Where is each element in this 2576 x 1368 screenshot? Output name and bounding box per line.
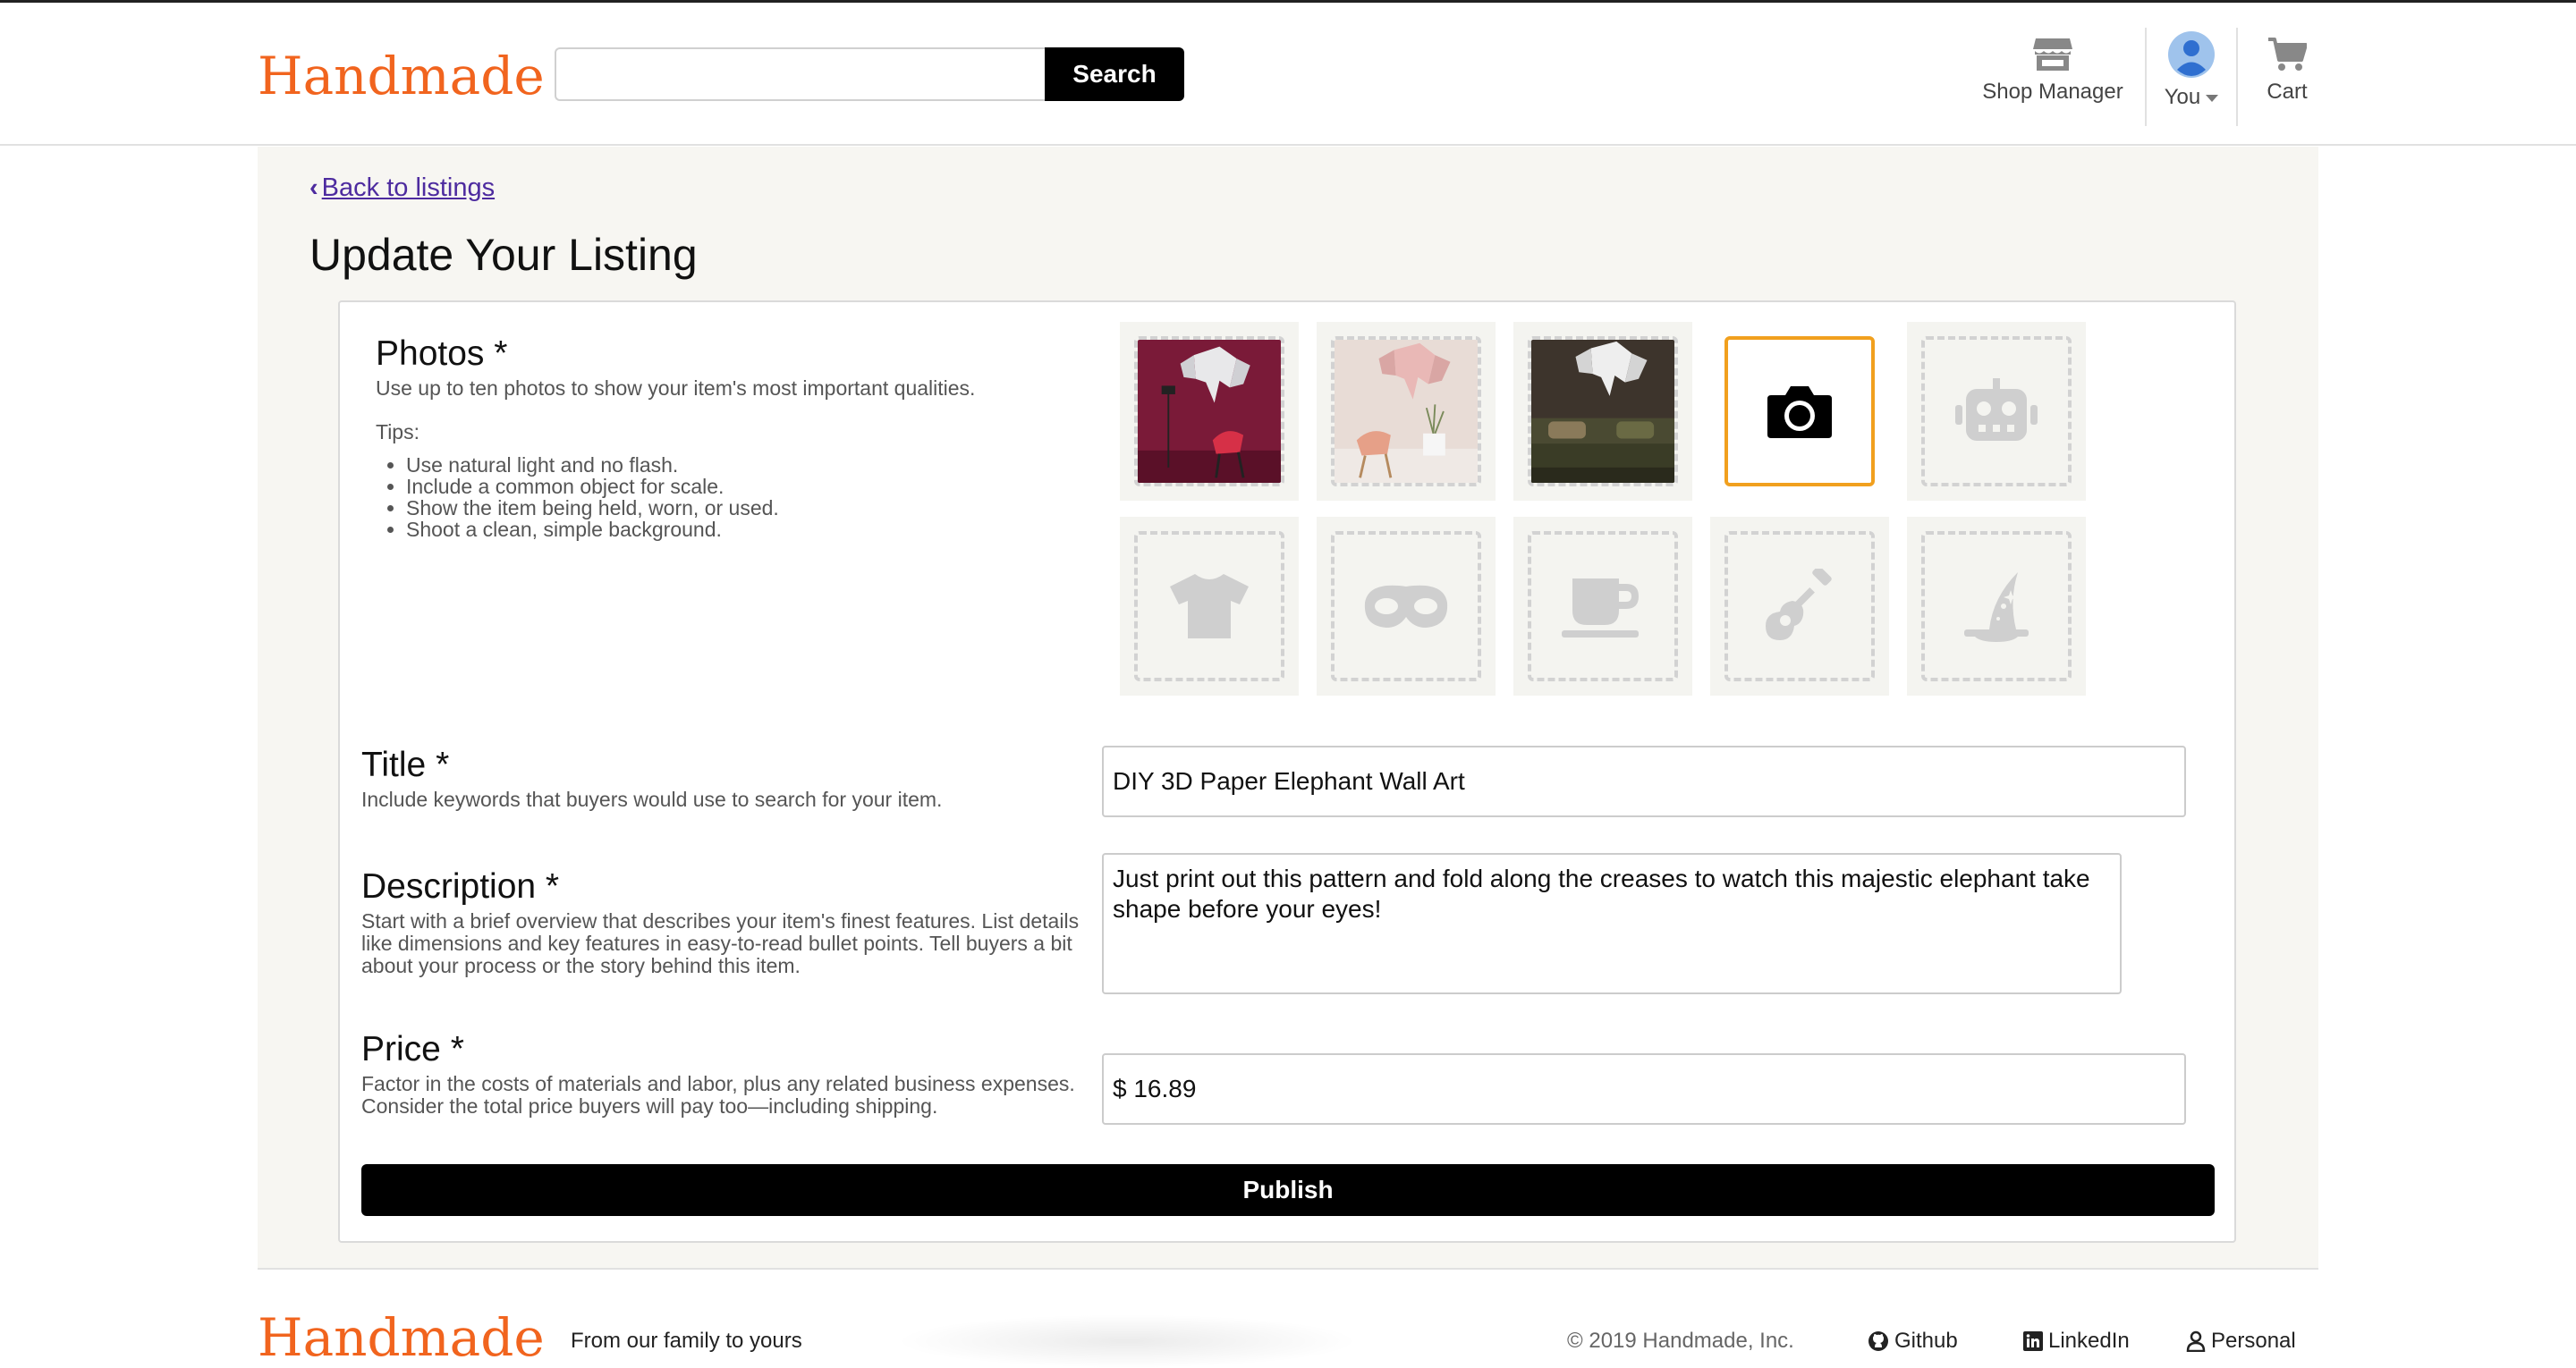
site-header: Handmade Search Shop Manager You Cart (0, 3, 2576, 146)
shop-icon (2033, 38, 2072, 71)
title-input[interactable]: DIY 3D Paper Elephant Wall Art (1102, 746, 2186, 817)
person-icon (2186, 1330, 2206, 1352)
footer-shadow (894, 1314, 1360, 1368)
nav-cart-label: Cart (2267, 80, 2308, 104)
photo-slot-6[interactable] (1120, 517, 1299, 696)
list-item: Include a common object for scale. (406, 476, 779, 497)
photo-slot-3[interactable] (1513, 322, 1692, 501)
camera-icon (1767, 386, 1832, 438)
chevron-down-icon (2206, 94, 2219, 102)
page-title: Update Your Listing (309, 230, 698, 280)
footer-divider (258, 1268, 2318, 1270)
title-label: Title * (361, 746, 450, 784)
list-item: Show the item being held, worn, or used. (406, 497, 779, 519)
photo-slot-10[interactable] (1907, 517, 2086, 696)
main-panel: ‹ Back to listings Update Your Listing Ph… (258, 147, 2318, 1268)
footer-personal-link[interactable]: Personal (2186, 1329, 2296, 1354)
description-textarea[interactable]: Just print out this pattern and fold alo… (1102, 853, 2122, 994)
back-to-listings-link[interactable]: ‹ Back to listings (309, 173, 495, 203)
photos-tips-list: Use natural light and no flash. Include … (376, 454, 779, 540)
photo-slot-9[interactable] (1710, 517, 1889, 696)
footer-github-link[interactable]: Github (1868, 1329, 1958, 1354)
avatar-icon (2168, 31, 2215, 78)
photo-upload-slot[interactable] (1710, 322, 1889, 501)
footer-tagline: From our family to yours (571, 1329, 802, 1353)
cart-icon (2268, 38, 2307, 71)
list-item: Shoot a clean, simple background. (406, 519, 779, 540)
photos-tips-label: Tips: (376, 420, 419, 443)
nav-cart[interactable]: Cart (2238, 28, 2336, 126)
mug-icon (1562, 578, 1639, 638)
elephant-photo-burgundy (1138, 340, 1281, 483)
nav-you-label: You (2164, 85, 2201, 109)
title-description: Include keywords that buyers would use t… (361, 788, 943, 811)
elephant-photo-dark (1531, 340, 1674, 483)
linkedin-icon (2023, 1331, 2043, 1351)
photo-slot-5[interactable] (1907, 322, 2086, 501)
publish-button[interactable]: Publish (361, 1164, 2215, 1216)
robot-icon (1955, 378, 2038, 441)
mask-icon (1364, 585, 1448, 628)
nav-shop-manager-label: Shop Manager (1982, 80, 2123, 104)
description-label: Description * (361, 867, 560, 906)
photo-slot-1[interactable] (1120, 322, 1299, 501)
guitar-icon (1766, 569, 1832, 640)
site-logo[interactable]: Handmade (258, 46, 545, 106)
listing-form: Photos * Use up to ten photos to show yo… (338, 300, 2236, 1243)
chevron-left-icon: ‹ (309, 173, 318, 202)
nav-you-menu[interactable]: You (2145, 28, 2238, 126)
photo-slot-2[interactable] (1317, 322, 1496, 501)
list-item: Use natural light and no flash. (406, 454, 779, 476)
elephant-photo-pink (1335, 340, 1478, 483)
search-button[interactable]: Search (1045, 47, 1184, 101)
tshirt-icon (1170, 574, 1249, 638)
photo-slot-7[interactable] (1317, 517, 1496, 696)
footer-linkedin-link[interactable]: LinkedIn (2023, 1329, 2130, 1354)
footer-logo[interactable]: Handmade (258, 1307, 545, 1368)
price-label: Price * (361, 1030, 464, 1068)
price-input[interactable]: $ 16.89 (1102, 1053, 2186, 1125)
wizard-hat-icon (1964, 572, 2029, 642)
photo-slot-8[interactable] (1513, 517, 1692, 696)
github-icon (1868, 1331, 1888, 1351)
footer-copyright: © 2019 Handmade, Inc. (1567, 1329, 1794, 1353)
photos-description: Use up to ten photos to show your item's… (376, 376, 976, 400)
photos-title: Photos * (376, 334, 508, 373)
price-description: Factor in the costs of materials and lab… (361, 1072, 1075, 1118)
search-input[interactable] (555, 47, 1045, 101)
nav-shop-manager[interactable]: Shop Manager (1975, 28, 2131, 126)
description-help: Start with a brief overview that describ… (361, 909, 1080, 977)
